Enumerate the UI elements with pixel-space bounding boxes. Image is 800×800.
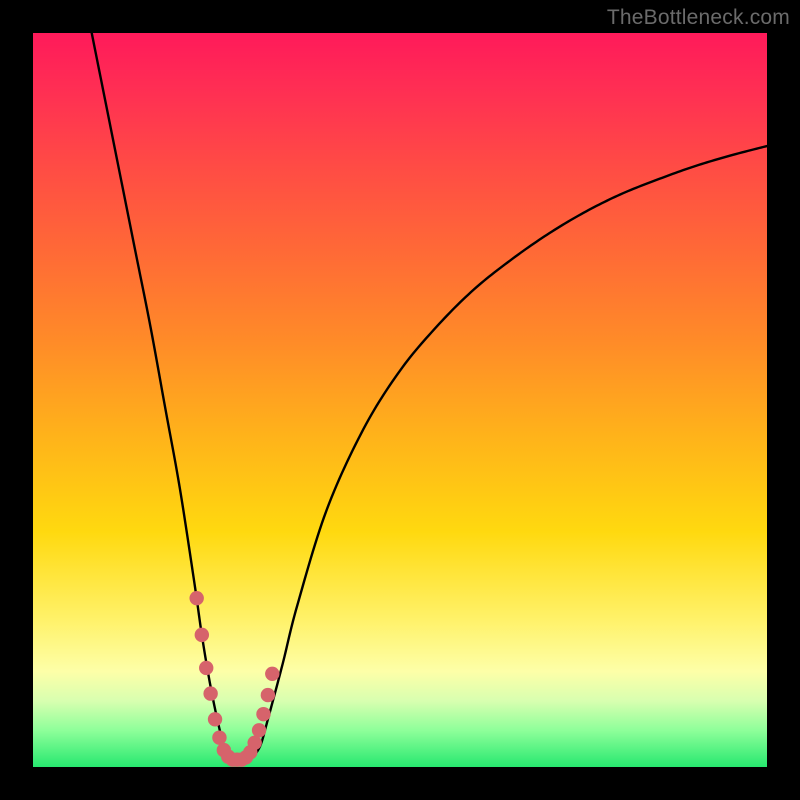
trough-marker-dot <box>265 667 279 681</box>
watermark-text: TheBottleneck.com <box>607 6 790 30</box>
plot-area <box>33 33 767 767</box>
curve-layer <box>33 33 767 767</box>
trough-marker-dot <box>247 736 261 750</box>
trough-marker-dot <box>261 688 275 702</box>
trough-marker-dot <box>189 591 203 605</box>
trough-markers <box>189 591 279 767</box>
trough-marker-dot <box>195 628 209 642</box>
trough-marker-dot <box>212 730 226 744</box>
trough-marker-dot <box>199 661 213 675</box>
trough-marker-dot <box>208 712 222 726</box>
trough-marker-dot <box>203 686 217 700</box>
bottleneck-curve <box>92 33 767 760</box>
chart-frame: TheBottleneck.com <box>0 0 800 800</box>
trough-marker-dot <box>252 723 266 737</box>
trough-marker-dot <box>256 707 270 721</box>
